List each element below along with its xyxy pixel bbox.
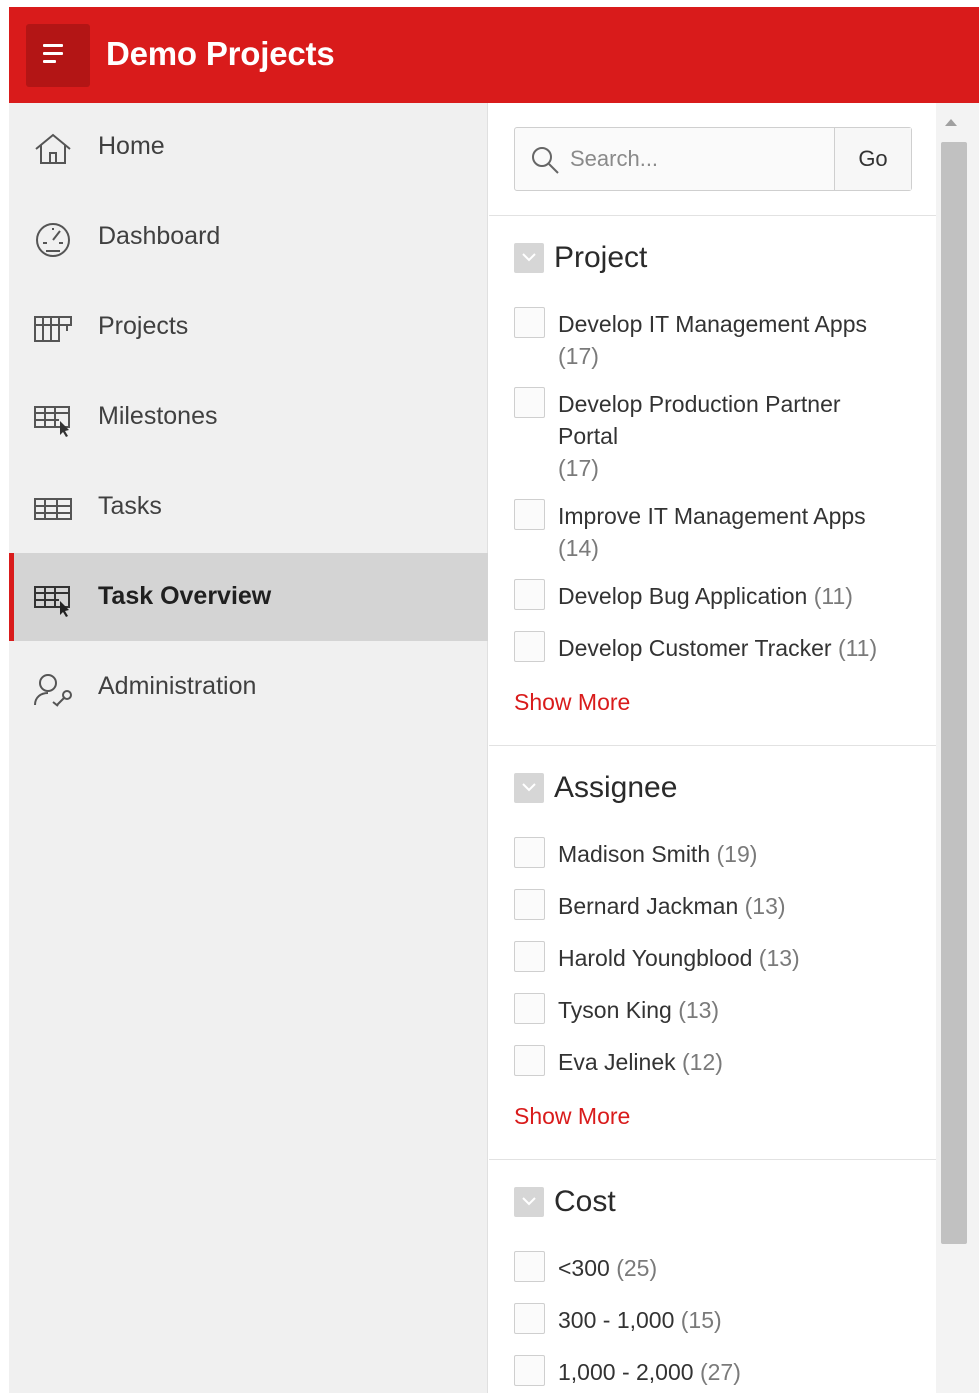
collapse-toggle[interactable] <box>514 1187 544 1217</box>
sidebar-item-label: Projects <box>98 312 189 340</box>
option-count: (13) <box>758 945 800 971</box>
sidebar-item-label: Home <box>98 132 165 160</box>
chevron-down-icon <box>522 253 536 262</box>
option-count: (15) <box>680 1307 722 1333</box>
projects-icon <box>34 316 72 342</box>
dashboard-icon <box>36 223 70 257</box>
collapse-toggle[interactable] <box>514 773 544 803</box>
checkbox[interactable] <box>514 499 545 530</box>
checkbox[interactable] <box>514 307 545 338</box>
menu-toggle-button[interactable] <box>26 24 90 87</box>
option-label: Eva Jelinek <box>558 1049 676 1075</box>
option-label: 300 - 1,000 <box>558 1307 675 1333</box>
option-label: 1,000 - 2,000 <box>558 1359 694 1385</box>
sidebar-item-administration[interactable]: Administration <box>9 643 488 731</box>
collapse-toggle[interactable] <box>514 243 544 273</box>
show-more-link[interactable]: Show More <box>514 689 630 716</box>
milestones-icon <box>34 406 70 437</box>
option-label: Develop IT Management Apps <box>558 311 867 337</box>
checkbox[interactable] <box>514 889 545 920</box>
sidebar-item-label: Dashboard <box>98 222 221 250</box>
go-button[interactable]: Go <box>834 128 911 190</box>
checkbox[interactable] <box>514 993 545 1024</box>
checkbox[interactable] <box>514 631 545 662</box>
checkbox[interactable] <box>514 1355 545 1386</box>
show-more-link[interactable]: Show More <box>514 1103 630 1130</box>
divider <box>489 1159 936 1160</box>
sidebar-item-projects[interactable]: Projects <box>9 283 488 371</box>
option-count: (11) <box>813 583 853 609</box>
option-label: Madison Smith <box>558 841 711 867</box>
option-label: Tyson King <box>558 997 672 1023</box>
option-count: (17) <box>558 343 599 369</box>
sidebar-item-milestones[interactable]: Milestones <box>9 373 488 461</box>
app-header: Demo Projects <box>9 7 979 103</box>
checkbox[interactable] <box>514 1045 545 1076</box>
option-count: (25) <box>616 1255 658 1281</box>
option-count: (13) <box>744 893 786 919</box>
divider <box>489 215 936 216</box>
option-count: (17) <box>558 455 599 481</box>
option-count: (19) <box>716 841 758 867</box>
scroll-up-arrow-icon[interactable] <box>945 119 957 126</box>
option-label: <300 <box>558 1255 610 1281</box>
app-title: Demo Projects <box>106 35 335 72</box>
checkbox[interactable] <box>514 941 545 972</box>
option-count: (11) <box>837 635 878 661</box>
facet-title: Cost <box>554 1185 616 1218</box>
option-count: (13) <box>678 997 720 1023</box>
chevron-down-icon <box>522 783 536 792</box>
search-box: Go <box>514 127 912 191</box>
divider <box>489 745 936 746</box>
sidebar-item-tasks[interactable]: Tasks <box>9 463 488 551</box>
hamburger-icon <box>43 44 65 64</box>
sidebar-item-label: Task Overview <box>98 582 272 610</box>
task-overview-icon <box>34 586 70 617</box>
option-label: Develop Customer Tracker <box>558 635 832 661</box>
option-label: Develop Bug Application <box>558 583 808 609</box>
option-count: (27) <box>699 1359 741 1385</box>
option-label: Develop Production Partner Portal <box>558 391 841 449</box>
facet-title: Project <box>554 241 648 274</box>
search-input[interactable] <box>570 130 830 188</box>
option-label: Harold Youngblood <box>558 945 753 971</box>
facet-title: Assignee <box>554 771 678 804</box>
search-icon <box>532 147 559 174</box>
sidebar-item-dashboard[interactable]: Dashboard <box>9 193 488 281</box>
option-count: (14) <box>558 535 599 561</box>
checkbox[interactable] <box>514 579 545 610</box>
sidebar-item-label: Administration <box>98 672 257 700</box>
sidebar-item-label: Tasks <box>98 492 162 520</box>
option-label: Improve IT Management Apps <box>558 503 866 529</box>
checkbox[interactable] <box>514 837 545 868</box>
administration-icon <box>34 674 72 707</box>
sidebar-item-home[interactable]: Home <box>9 103 488 191</box>
home-icon <box>35 133 71 164</box>
tasks-icon <box>34 498 72 520</box>
faceted-search-panel: Go Project Develop IT Management Apps (17… <box>489 103 936 1393</box>
checkbox[interactable] <box>514 1251 545 1282</box>
option-label: Bernard Jackman <box>558 893 739 919</box>
scrollbar-thumb[interactable] <box>941 142 967 1244</box>
app-frame: Demo Projects Home Dashboard Projects Mi… <box>9 7 979 1393</box>
chevron-down-icon <box>522 1197 536 1206</box>
sidebar-nav: Home Dashboard Projects Milestones Tasks… <box>9 103 488 1393</box>
sidebar-item-task-overview[interactable]: Task Overview <box>9 553 488 641</box>
checkbox[interactable] <box>514 1303 545 1334</box>
checkbox[interactable] <box>514 387 545 418</box>
sidebar-item-label: Milestones <box>98 402 218 430</box>
option-count: (12) <box>682 1049 723 1075</box>
